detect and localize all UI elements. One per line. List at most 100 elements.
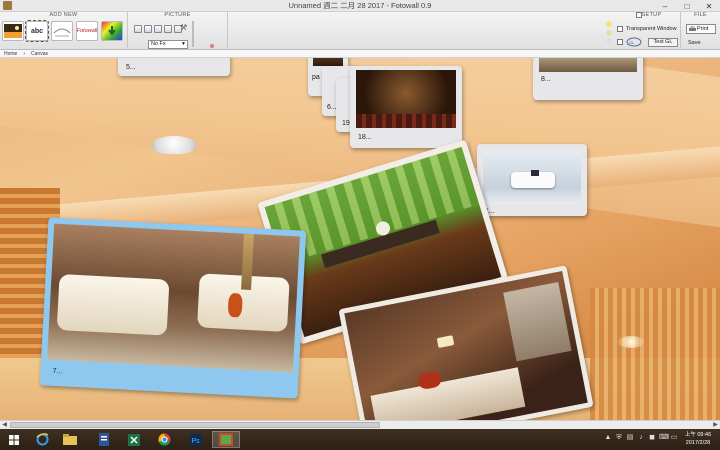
photoshop-icon: Ps xyxy=(190,433,202,446)
photo-card[interactable]: 7... xyxy=(39,217,307,399)
system-tray: ▲ ⛨ ▤ ♪ ◼ ⌨ ▭ xyxy=(604,433,678,443)
photo-image xyxy=(483,150,581,204)
scroll-right-icon[interactable]: ▶ xyxy=(711,421,720,429)
photo-image xyxy=(313,58,343,66)
print-label: Print xyxy=(697,26,709,32)
wordcloud-icon xyxy=(53,28,71,37)
printer-icon xyxy=(689,26,696,31)
maximize-button[interactable]: □ xyxy=(676,0,698,12)
flip-h-button[interactable] xyxy=(154,25,162,33)
breadcrumb-separator: › xyxy=(23,51,26,57)
photo-card[interactable]: 1... xyxy=(477,144,587,216)
start-button[interactable] xyxy=(0,431,28,448)
add-text-button[interactable]: abc xyxy=(25,20,49,42)
add-new-label: ADD NEW xyxy=(49,12,78,18)
svg-text:Ps: Ps xyxy=(192,438,201,445)
background-light xyxy=(618,336,644,348)
photo-card[interactable]: 18... xyxy=(350,66,462,148)
opengl-icon: GL xyxy=(626,37,642,47)
excel-icon xyxy=(128,433,140,446)
print-button[interactable]: Print xyxy=(686,24,716,34)
photo-image xyxy=(356,70,456,128)
test-gl-button[interactable]: Test GL xyxy=(648,38,678,47)
background-lamp xyxy=(152,136,196,154)
tray-input-icon[interactable]: ◼ xyxy=(648,433,656,443)
picture-label: PICTURE xyxy=(164,12,191,18)
word-icon xyxy=(99,433,109,446)
horizontal-scrollbar[interactable]: ◀ ▶ xyxy=(0,420,720,429)
photo-card[interactable]: 8... xyxy=(533,58,643,100)
photo-caption: 18... xyxy=(358,134,372,141)
fotowall-icon xyxy=(219,433,233,446)
wrench-icon[interactable]: ⚒ xyxy=(180,23,187,32)
photo-caption: 8... xyxy=(541,76,551,83)
close-button[interactable]: ✕ xyxy=(698,0,720,12)
record-icon xyxy=(210,44,214,48)
clock-date: 2017/2/28 xyxy=(685,440,711,446)
window-title: Unnamed 週二 二月 28 2017 - Fotowall 0.9 xyxy=(288,1,432,10)
svg-text:GL: GL xyxy=(629,40,635,45)
chrome-icon xyxy=(157,433,170,446)
clock-time: 上午 09:46 xyxy=(684,432,712,438)
gl-checkbox[interactable] xyxy=(617,39,623,45)
photo-card[interactable]: 5... xyxy=(118,58,230,76)
taskbar-photoshop[interactable]: Ps xyxy=(182,431,210,448)
tray-shield-icon[interactable]: ⛨ xyxy=(615,433,623,443)
download-arrow-icon xyxy=(108,26,116,36)
lightbulb-icon xyxy=(606,21,612,44)
ie-icon xyxy=(36,433,48,446)
photo-image xyxy=(47,223,300,373)
photo-caption: 7... xyxy=(52,367,63,376)
add-web-button[interactable]: Fotowall xyxy=(76,21,98,41)
rotate-right-button[interactable] xyxy=(144,25,152,33)
flip-v-button[interactable] xyxy=(164,25,172,33)
taskbar-ie[interactable] xyxy=(28,431,56,448)
rotate-left-button[interactable] xyxy=(134,25,142,33)
tray-notification-icon[interactable]: ▭ xyxy=(670,433,678,443)
scrollbar-thumb[interactable] xyxy=(10,422,380,428)
tray-chevron-icon[interactable]: ▲ xyxy=(604,433,612,443)
tray-keyboard-icon[interactable]: ⌨ xyxy=(659,433,669,443)
breadcrumb-home[interactable]: Home xyxy=(4,50,17,57)
opacity-slider[interactable] xyxy=(192,21,194,47)
add-new-group: ADD NEW abc Fotowall xyxy=(0,12,128,50)
empty-group xyxy=(228,12,603,50)
taskbar-word[interactable] xyxy=(90,431,118,448)
taskbar-chrome[interactable] xyxy=(150,431,178,448)
taskbar-clock[interactable]: 上午 09:46 2017/2/28 xyxy=(680,431,716,447)
taskbar-explorer[interactable] xyxy=(56,431,84,448)
add-web-label: Fotowall xyxy=(76,28,98,34)
minimize-button[interactable]: – xyxy=(654,0,676,12)
add-text-label: abc xyxy=(30,27,44,35)
effects-value: No Fx xyxy=(151,41,166,47)
scroll-left-icon[interactable]: ◀ xyxy=(0,421,9,429)
taskbar: Ps ▲ ⛨ ▤ ♪ ◼ ⌨ ▭ 上午 09:46 2017/2/28 xyxy=(0,429,720,450)
add-wizard-button[interactable] xyxy=(101,21,123,41)
canvas[interactable]: 5... pa 6... 19 18... 8... 1... 7... xyxy=(0,58,720,420)
taskbar-fotowall[interactable] xyxy=(212,431,240,448)
background-blinds-right xyxy=(590,288,720,420)
add-picture-button[interactable] xyxy=(2,21,24,41)
chevron-down-icon: ▼ xyxy=(181,41,186,47)
setup-label: SETUP xyxy=(641,12,662,18)
windows-icon xyxy=(9,434,19,445)
photo-caption: 5... xyxy=(126,64,136,71)
explorer-icon xyxy=(63,434,77,445)
add-wordcloud-button[interactable] xyxy=(51,21,73,41)
breadcrumb-canvas[interactable]: Canvas xyxy=(31,50,48,57)
ribbon: ADD NEW abc Fotowall PICTURE ⚒ No Fx ▼ S… xyxy=(0,12,720,50)
tray-network-icon[interactable]: ▤ xyxy=(626,433,634,443)
window-controls: – □ ✕ xyxy=(654,0,720,12)
photo-caption: 19 xyxy=(342,120,350,127)
transparent-checkbox[interactable] xyxy=(617,26,623,32)
taskbar-excel[interactable] xyxy=(120,431,148,448)
picture-icon xyxy=(4,24,22,38)
file-label: FILE xyxy=(694,12,707,18)
effects-dropdown[interactable]: No Fx ▼ xyxy=(148,40,188,49)
tray-sound-icon[interactable]: ♪ xyxy=(637,433,645,443)
photo-image xyxy=(539,58,637,72)
photo-caption: pa xyxy=(312,74,320,81)
breadcrumb: Home › Canvas xyxy=(0,50,720,58)
save-button[interactable]: Save xyxy=(688,40,701,46)
transparent-label: Transparent Window xyxy=(626,26,677,32)
